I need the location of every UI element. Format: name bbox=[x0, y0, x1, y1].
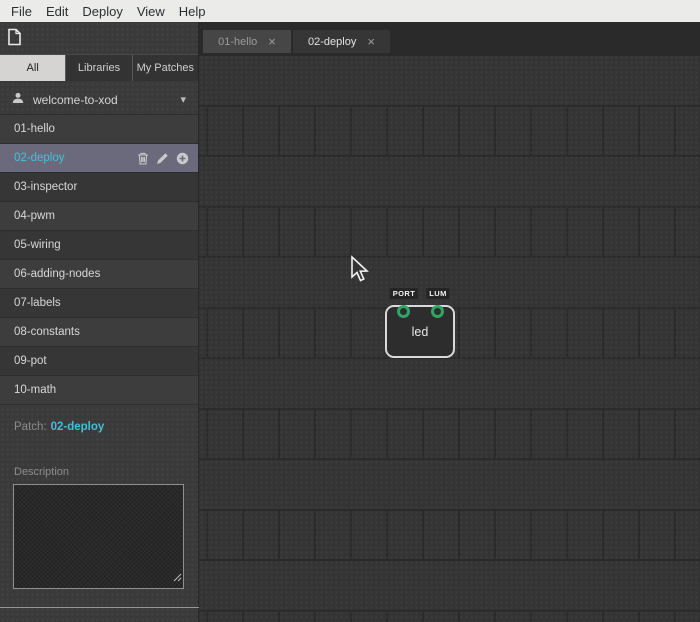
current-patch-info: Patch: 02-deploy bbox=[0, 421, 198, 433]
menu-bar: File Edit Deploy View Help bbox=[0, 0, 700, 22]
rename-pencil-icon[interactable] bbox=[156, 152, 169, 165]
patch-info-label: Patch: bbox=[14, 421, 47, 433]
patch-label: 04-pwm bbox=[14, 210, 55, 222]
menu-edit[interactable]: Edit bbox=[39, 3, 75, 20]
patch-label: 07-labels bbox=[14, 297, 61, 309]
patch-item-10-math[interactable]: 10-math bbox=[0, 376, 198, 405]
filter-tab-my-patches[interactable]: My Patches bbox=[133, 55, 198, 81]
description-label: Description bbox=[0, 466, 198, 478]
patch-list: 01-hello 02-deploy bbox=[0, 115, 198, 405]
filter-tab-libraries[interactable]: Libraries bbox=[66, 55, 132, 81]
editor-tab-strip: 01-hello × 02-deploy × bbox=[199, 22, 700, 55]
patch-item-01-hello[interactable]: 01-hello bbox=[0, 115, 198, 144]
close-icon[interactable]: × bbox=[268, 35, 276, 48]
patch-item-09-pot[interactable]: 09-pot bbox=[0, 347, 198, 376]
patch-item-04-pwm[interactable]: 04-pwm bbox=[0, 202, 198, 231]
menu-deploy[interactable]: Deploy bbox=[75, 3, 129, 20]
patch-info-link[interactable]: 02-deploy bbox=[51, 421, 105, 433]
patch-label: 09-pot bbox=[14, 355, 47, 367]
sidebar-toolbar bbox=[0, 22, 198, 54]
menu-file[interactable]: File bbox=[4, 3, 39, 20]
tab-label: 02-deploy bbox=[308, 36, 356, 48]
xod-ide-window: File Edit Deploy View Help All Libraries… bbox=[0, 0, 700, 622]
project-browser-sidebar: All Libraries My Patches welcome-to-xod … bbox=[0, 22, 199, 622]
patch-label: 01-hello bbox=[14, 123, 55, 135]
add-circle-icon[interactable] bbox=[176, 152, 189, 165]
new-patch-icon[interactable] bbox=[7, 33, 22, 50]
patch-item-07-labels[interactable]: 07-labels bbox=[0, 289, 198, 318]
description-textarea[interactable] bbox=[13, 484, 184, 589]
patch-label: 02-deploy bbox=[14, 152, 65, 164]
patch-item-02-deploy[interactable]: 02-deploy bbox=[0, 144, 198, 173]
pin-label-lum: LUM bbox=[426, 288, 449, 299]
patch-label: 06-adding-nodes bbox=[14, 268, 100, 280]
patch-label: 03-inspector bbox=[14, 181, 77, 193]
patch-item-05-wiring[interactable]: 05-wiring bbox=[0, 231, 198, 260]
project-row[interactable]: welcome-to-xod ▾ bbox=[0, 85, 198, 115]
patch-item-08-constants[interactable]: 08-constants bbox=[0, 318, 198, 347]
filter-tab-all[interactable]: All bbox=[0, 55, 66, 81]
patch-canvas[interactable]: PORT LUM led bbox=[199, 55, 700, 622]
user-icon bbox=[12, 92, 24, 107]
filter-tabs: All Libraries My Patches bbox=[0, 54, 198, 81]
patch-label: 08-constants bbox=[14, 326, 80, 338]
project-name: welcome-to-xod bbox=[33, 93, 118, 107]
tab-01-hello[interactable]: 01-hello × bbox=[203, 30, 291, 53]
tab-label: 01-hello bbox=[218, 36, 257, 48]
menu-help[interactable]: Help bbox=[172, 3, 213, 20]
pin-label-port: PORT bbox=[390, 288, 418, 299]
close-icon[interactable]: × bbox=[367, 35, 375, 48]
patch-label: 05-wiring bbox=[14, 239, 61, 251]
patch-item-03-inspector[interactable]: 03-inspector bbox=[0, 173, 198, 202]
sidebar-bottom-divider[interactable] bbox=[0, 607, 199, 608]
trash-icon[interactable] bbox=[137, 152, 149, 165]
resize-grip-icon[interactable] bbox=[173, 569, 182, 587]
patch-label: 10-math bbox=[14, 384, 56, 396]
tab-02-deploy[interactable]: 02-deploy × bbox=[293, 30, 390, 53]
node-label: led bbox=[412, 325, 429, 339]
node-led[interactable]: led bbox=[385, 305, 455, 358]
chevron-down-icon[interactable]: ▾ bbox=[180, 93, 186, 106]
pin-port[interactable] bbox=[397, 305, 410, 318]
patch-item-06-adding-nodes[interactable]: 06-adding-nodes bbox=[0, 260, 198, 289]
menu-view[interactable]: View bbox=[130, 3, 172, 20]
patch-actions bbox=[137, 152, 198, 165]
mouse-cursor bbox=[349, 255, 371, 288]
pin-lum[interactable] bbox=[431, 305, 444, 318]
